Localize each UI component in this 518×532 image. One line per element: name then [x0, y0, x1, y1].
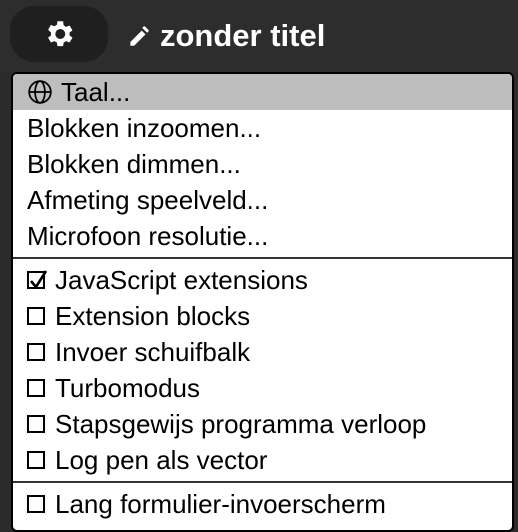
settings-button[interactable]: [10, 6, 108, 62]
menu-item-single-stepping[interactable]: Stapsgewijs programma verloop: [13, 406, 512, 442]
project-title-area[interactable]: zonder titel: [126, 14, 325, 58]
gear-icon: [48, 21, 73, 47]
menu-item-javascript-extensions[interactable]: JavaScript extensions: [13, 262, 512, 298]
top-bar: zonder titel: [0, 0, 518, 72]
menu-item-language[interactable]: Taal...: [13, 74, 512, 110]
checkbox-unchecked: [27, 451, 45, 469]
settings-menu: Taal... Blokken inzoomen... Blokken dimm…: [11, 72, 514, 532]
menu-item-microphone-resolution[interactable]: Microfoon resolutie...: [13, 218, 512, 254]
menu-item-extension-blocks[interactable]: Extension blocks: [13, 298, 512, 334]
menu-item-label: JavaScript extensions: [55, 265, 308, 295]
menu-item-label: Microfoon resolutie...: [27, 221, 269, 251]
menu-item-label: Afmeting speelveld...: [27, 185, 269, 215]
menu-item-zoom-blocks[interactable]: Blokken inzoomen...: [13, 110, 512, 146]
pencil-icon: [130, 26, 149, 46]
checkbox-unchecked: [27, 307, 45, 325]
checkbox-unchecked: [27, 495, 45, 513]
checkbox-unchecked: [27, 343, 45, 361]
menu-divider: [13, 481, 512, 483]
menu-item-label: Taal...: [61, 77, 131, 107]
checkbox-unchecked: [27, 379, 45, 397]
menu-item-label: Lang formulier-invoerscherm: [55, 489, 386, 519]
menu-item-label: Stapsgewijs programma verloop: [55, 409, 427, 439]
menu-item-label: Log pen als vector: [55, 445, 268, 475]
menu-item-long-form-input[interactable]: Lang formulier-invoerscherm: [13, 486, 512, 522]
menu-item-input-sliders[interactable]: Invoer schuifbalk: [13, 334, 512, 370]
menu-item-label: Invoer schuifbalk: [55, 337, 251, 367]
globe-icon: [28, 80, 52, 104]
menu-item-fade-blocks[interactable]: Blokken dimmen...: [13, 146, 512, 182]
checkmark-icon: [30, 270, 48, 290]
project-title: zonder titel: [160, 18, 326, 53]
menu-item-stage-size[interactable]: Afmeting speelveld...: [13, 182, 512, 218]
menu-item-label: Extension blocks: [55, 301, 251, 331]
menu-item-log-pen-vectors[interactable]: Log pen als vector: [13, 442, 512, 478]
checkbox-unchecked: [27, 415, 45, 433]
menu-item-label: Blokken inzoomen...: [27, 113, 262, 143]
checkbox-checked: [27, 270, 48, 290]
menu-item-label: Blokken dimmen...: [27, 149, 241, 179]
menu-item-turbo-mode[interactable]: Turbomodus: [13, 370, 512, 406]
menu-item-label: Turbomodus: [55, 373, 200, 403]
menu-divider: [13, 257, 512, 259]
